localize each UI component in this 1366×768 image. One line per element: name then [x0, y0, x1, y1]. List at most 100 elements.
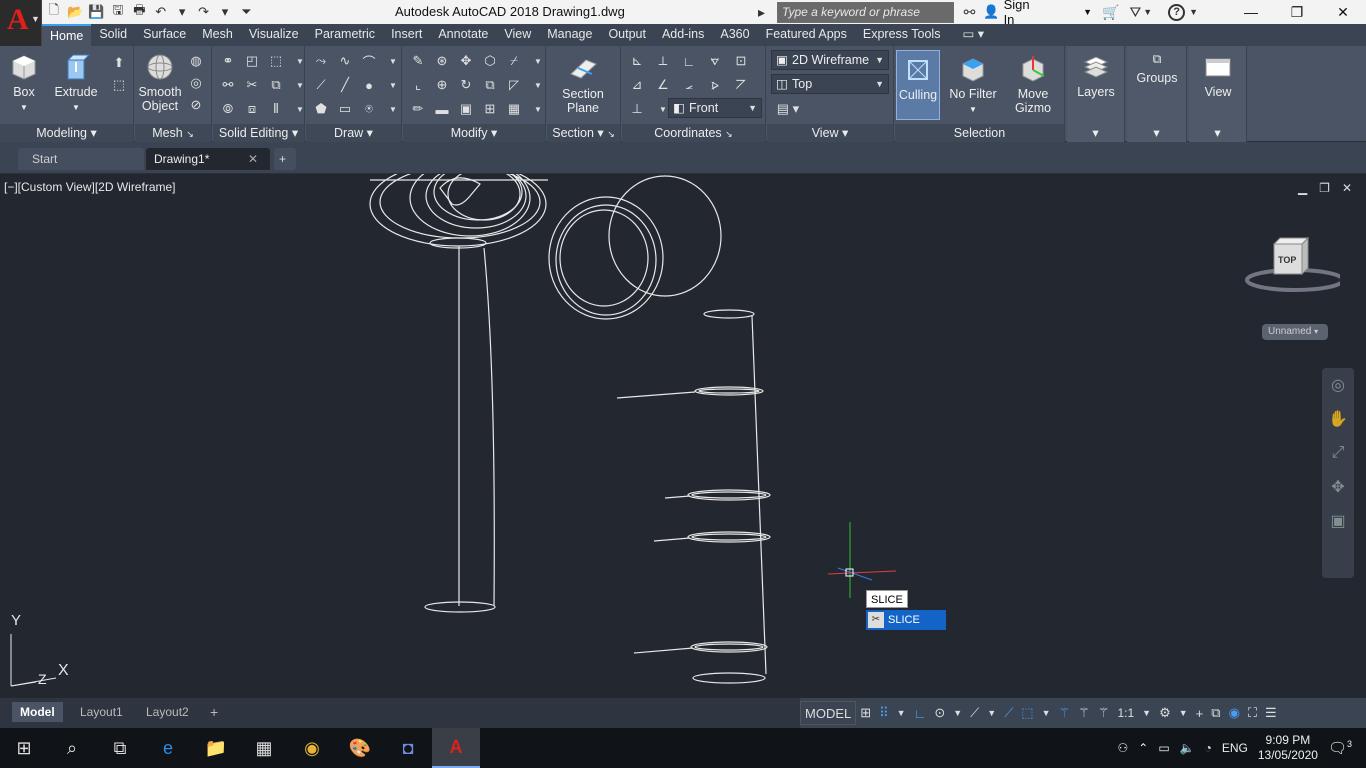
search-input[interactable] — [777, 1, 954, 23]
erase-icon[interactable]: ✏ — [409, 100, 427, 118]
3d-polyline-icon[interactable]: ⟋ — [312, 76, 330, 94]
annotation-visibility-icon[interactable]: ⚚ — [1055, 701, 1075, 725]
undo-icon[interactable]: ↶ — [151, 3, 170, 21]
minimize-icon[interactable]: — — [1228, 0, 1274, 24]
panel-title-section[interactable]: Section ▾ ↘ — [547, 124, 620, 142]
new-tab-button[interactable]: + — [274, 148, 296, 170]
chevron-down-icon[interactable]: ▼ — [1175, 701, 1192, 725]
edge-browser-icon[interactable]: e — [144, 728, 192, 768]
binoculars-icon[interactable]: ⚯ — [964, 4, 976, 21]
drawing-geometry[interactable] — [0, 174, 1320, 698]
arc-icon[interactable]: ⌒ — [360, 52, 378, 70]
lineweight-icon[interactable]: ⟋ — [1000, 701, 1017, 725]
presspull-icon[interactable]: ⬆ — [110, 54, 128, 72]
annotation-scale-icon[interactable]: ⚚ — [1094, 701, 1114, 725]
ucs-named-dropdown[interactable]: ◧ Front ▼ — [668, 98, 762, 118]
application-menu-button[interactable]: A ▼ — [0, 0, 42, 46]
tab-solid[interactable]: Solid — [91, 24, 135, 46]
mesh-crease-icon[interactable]: ⊘ — [187, 96, 205, 114]
rectangle-icon[interactable]: ▭ — [336, 100, 354, 118]
polyline-icon[interactable]: ⤳ — [312, 52, 330, 70]
tray-chevron-up-icon[interactable]: ⌃ — [1138, 741, 1148, 755]
open-file-icon[interactable]: 📂 — [65, 3, 84, 21]
line-icon[interactable]: ╱ — [336, 76, 354, 94]
ucs-world-icon[interactable]: ⟂ — [654, 52, 672, 70]
panel-title-coordinates[interactable]: Coordinates ↘ — [622, 124, 765, 142]
save-as-icon[interactable]: 🖫 — [108, 2, 127, 21]
layers-expand-icon[interactable]: ▾ — [1067, 124, 1124, 142]
undo-dropdown-icon[interactable]: ▾ — [172, 3, 191, 21]
add-layout-button[interactable]: + — [202, 702, 226, 722]
box-button[interactable]: Box ▼ — [4, 52, 44, 115]
paint-icon[interactable]: 🎨 — [336, 728, 384, 768]
fillet-icon[interactable]: ⌞ — [409, 76, 427, 94]
pan-icon[interactable]: ✋ — [1322, 402, 1354, 436]
view-expand-icon[interactable]: ▾ — [1189, 124, 1246, 142]
file-explorer-icon[interactable]: 📁 — [192, 728, 240, 768]
offset-icon[interactable]: ⌿ — [505, 52, 523, 70]
spline-icon[interactable]: ∿ — [336, 52, 354, 70]
a360-icon[interactable]: ⛛ — [1130, 4, 1142, 21]
move-icon[interactable]: ✥ — [457, 52, 475, 70]
file-tab-start[interactable]: Start — [18, 148, 144, 170]
dropdown-icon[interactable]: ▼ — [384, 100, 402, 118]
ucs-previous-icon[interactable]: ⊥ — [628, 100, 646, 118]
panel-title-modeling[interactable]: Modeling ▾ — [0, 124, 133, 142]
union-icon[interactable]: ⚭ — [219, 52, 237, 70]
task-view-icon[interactable]: ⧉ — [96, 728, 144, 768]
visual-style-dropdown[interactable]: ▣ 2D Wireframe ▼ — [771, 50, 889, 70]
panel-title-solid-editing[interactable]: Solid Editing ▾ — [213, 124, 304, 142]
volume-icon[interactable]: 🔈 — [1180, 741, 1195, 755]
panel-title-draw[interactable]: Draw ▾ — [306, 124, 401, 142]
dropdown-icon[interactable]: ▼ — [529, 100, 547, 118]
search-icon[interactable]: ⌕ — [48, 728, 96, 768]
chevron-down-icon[interactable]: ▼ — [1138, 701, 1155, 725]
layout-tab-layout2[interactable]: Layout2 — [138, 702, 197, 722]
intersect-icon[interactable]: ⦾ — [219, 100, 237, 118]
tab-mesh[interactable]: Mesh — [194, 24, 241, 46]
annotation-monitor-icon[interactable]: + — [1192, 701, 1208, 725]
chevron-down-icon[interactable]: ▼ — [983, 701, 1000, 725]
chevron-down-icon[interactable]: ▼ — [949, 701, 966, 725]
tab-view[interactable]: View — [496, 24, 539, 46]
stretch-icon[interactable]: ▬ — [433, 100, 451, 118]
scale-icon[interactable]: ▣ — [457, 100, 475, 118]
redo-dropdown-icon[interactable]: ▾ — [215, 3, 234, 21]
discord-icon[interactable]: ◘ — [384, 728, 432, 768]
ucs-face-icon[interactable]: ⊿ — [628, 76, 646, 94]
dropdown-icon[interactable]: ▼ — [384, 76, 402, 94]
layers-button[interactable]: Layers — [1073, 52, 1119, 99]
extract-edges-icon[interactable]: ⬚ — [267, 52, 285, 70]
orbit-icon[interactable]: ✥ — [1322, 470, 1354, 504]
restore-icon[interactable]: ❐ — [1274, 0, 1320, 24]
print-icon[interactable]: 🖶 — [130, 2, 149, 21]
groups-button[interactable]: ⧉ Groups — [1133, 50, 1181, 85]
chevron-down-icon[interactable]: ▼ — [1038, 701, 1055, 725]
view-button[interactable]: View — [1195, 52, 1241, 99]
calculator-icon[interactable]: ▦ — [240, 728, 288, 768]
dynamic-input-field[interactable]: SLICE — [866, 590, 908, 608]
close-tab-icon[interactable]: ✕ — [248, 148, 258, 170]
panel-title-mesh[interactable]: Mesh ↘ — [135, 124, 211, 142]
people-icon[interactable]: ⚇ — [1117, 741, 1128, 755]
steering-wheel-icon[interactable]: ◎ — [1322, 368, 1354, 402]
3d-rotate-icon[interactable]: ⊛ — [433, 52, 451, 70]
no-filter-button[interactable]: No Filter ▼ — [947, 54, 999, 117]
panel-title-view[interactable]: View ▾ — [767, 124, 893, 142]
helix-icon[interactable]: ⍟ — [360, 100, 378, 118]
expand-arrow-icon[interactable]: ▸ — [758, 4, 765, 21]
ucs-x-icon[interactable]: ⦡ — [706, 52, 724, 70]
help-dropdown-icon[interactable]: ▼ — [1189, 7, 1198, 17]
mesh-sphere-icon[interactable]: ◍ — [187, 52, 205, 70]
panel-title-selection[interactable]: Selection — [895, 124, 1064, 142]
new-file-icon[interactable]: 🗋 — [44, 2, 63, 21]
layout-tab-layout1[interactable]: Layout1 — [72, 702, 131, 722]
restore-icon[interactable]: ❐ — [1319, 181, 1330, 195]
section-plane-button[interactable]: Section Plane — [557, 54, 609, 115]
snap-icon[interactable]: ⠿ — [875, 701, 893, 725]
ucs-view-icon[interactable]: ⊡ — [732, 52, 750, 70]
workspace-gear-icon[interactable]: ⚙ — [1155, 701, 1175, 725]
tab-annotate[interactable]: Annotate — [430, 24, 496, 46]
exchange-dropdown-icon[interactable]: ▼ — [1143, 7, 1152, 17]
array-icon[interactable]: ⊞ — [481, 100, 499, 118]
